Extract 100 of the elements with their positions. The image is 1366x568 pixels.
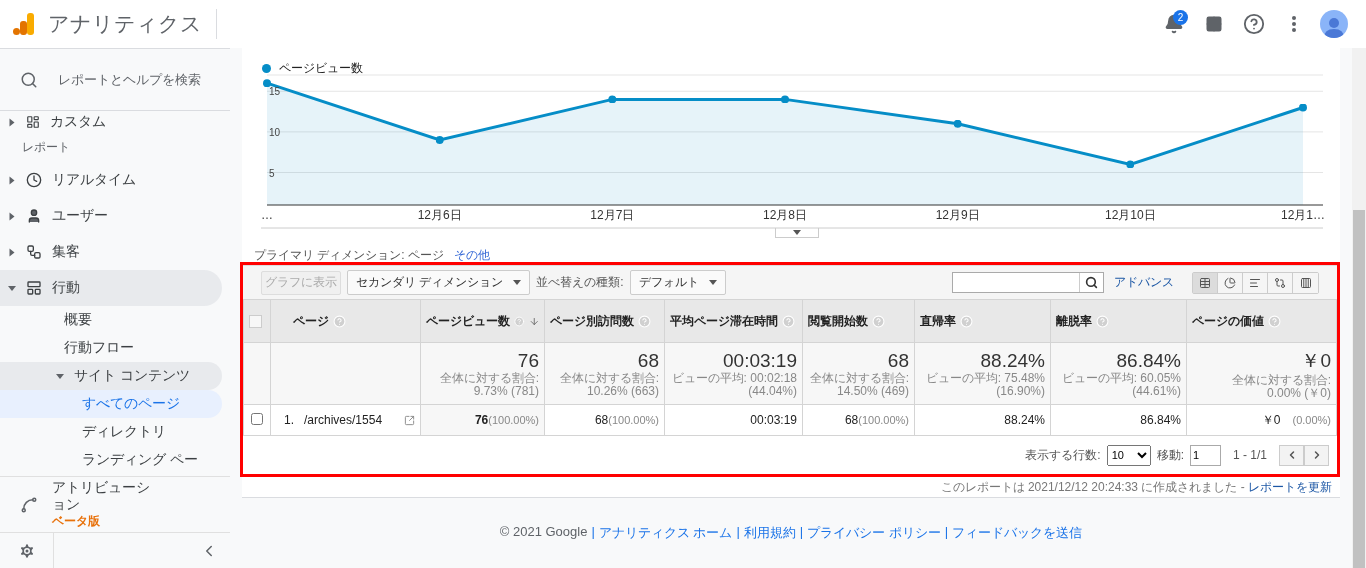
total-value: ￥0 <box>1300 348 1331 373</box>
filter-field[interactable] <box>952 272 1104 293</box>
cell-value: 00:03:19 <box>750 413 797 427</box>
axis-label: 12月9日 <box>935 208 980 222</box>
help-icon <box>333 314 346 328</box>
view-button[interactable] <box>1193 272 1218 293</box>
cell-share: (100.00%) <box>608 414 659 426</box>
previous-button[interactable] <box>1279 444 1304 466</box>
axis-label: 12月7日 <box>590 208 635 222</box>
footer-link[interactable]: 利用規約 <box>743 524 796 542</box>
column-header[interactable]: 平均ページ滞在時間 <box>664 299 803 343</box>
axis-label: 12月6日 <box>417 208 462 222</box>
column-header[interactable]: ページ別訪問数 <box>544 299 665 343</box>
nav-item[interactable]: 集客 <box>0 234 222 270</box>
more-icon <box>1292 16 1296 32</box>
total-detail: 10.26% (663) <box>585 384 659 398</box>
column-header[interactable]: 離脱率 <box>1050 299 1187 343</box>
dashboard-icon <box>26 115 40 129</box>
axis-label: 12月8日 <box>763 208 807 222</box>
footer-link[interactable]: アナリティクス ホーム <box>598 524 733 542</box>
section-label: レポート <box>21 139 71 156</box>
nav-item[interactable]: すべてのページ <box>0 390 222 418</box>
avatar[interactable] <box>1320 10 1348 38</box>
beta-label: ベータ版 <box>52 513 101 530</box>
more-link[interactable]: その他 <box>454 248 490 262</box>
help-icon <box>638 314 651 328</box>
advanced-link[interactable]: アドバンス <box>1114 274 1174 291</box>
total-value: 68 <box>886 349 909 372</box>
column-header[interactable]: 閲覧開始数 <box>802 299 915 343</box>
column-header[interactable]: 直帰率 <box>914 299 1051 343</box>
help-icon <box>782 314 795 328</box>
notifications-button[interactable]: 2 <box>1154 4 1194 44</box>
nav-item[interactable]: 概要 <box>0 306 222 334</box>
cell-share: (100.00%) <box>488 414 539 426</box>
axis-label: 12月1… <box>1281 208 1325 222</box>
checkbox[interactable] <box>249 314 262 328</box>
branch-icon <box>26 244 42 260</box>
column-header[interactable]: ページ <box>270 299 421 343</box>
separator: | <box>944 524 949 541</box>
nav-item[interactable]: ランディング ペー <box>0 446 222 474</box>
dimension-label: プライマリ ディメンション: ページ <box>254 248 444 262</box>
secondary-dimension-dropdown[interactable]: セカンダリ ディメンション <box>347 270 531 295</box>
cell-value: 86.84% <box>1140 413 1181 427</box>
rows-label: 表示する行数: <box>1025 446 1101 464</box>
total-note: 全体に対する割合: <box>558 371 659 385</box>
sort-dropdown[interactable]: デフォルト <box>629 270 726 295</box>
window-icon <box>26 280 42 296</box>
goto-field[interactable]: 1 <box>1189 444 1221 466</box>
total-value: 76 <box>516 349 539 372</box>
help-icon <box>1096 314 1109 328</box>
nav-item[interactable]: 行動フロー <box>0 334 222 362</box>
checkbox[interactable] <box>251 412 263 425</box>
route-icon <box>20 495 38 514</box>
footer-link[interactable]: プライバシー ポリシー <box>807 524 941 542</box>
total-value: 00:03:19 <box>722 349 797 372</box>
total-detail: 14.50% (469) <box>835 384 909 398</box>
nav-item[interactable]: 行動 <box>0 270 222 306</box>
cell-share: (100.00%) <box>858 414 909 426</box>
search-field[interactable]: レポートとヘルプを検索 <box>58 70 201 89</box>
column-header[interactable]: ページの価値 <box>1186 299 1337 343</box>
rows-select[interactable]: 10 <box>1106 444 1151 466</box>
cell-share: (0.00%) <box>1292 413 1331 426</box>
nav-item[interactable]: アトリビューション ベータ版 <box>0 476 230 532</box>
nav-item[interactable]: カスタム <box>0 111 222 133</box>
column-header[interactable]: ページビュー数 <box>420 299 545 343</box>
person-icon <box>26 208 42 224</box>
separator: | <box>799 524 804 541</box>
axis-label: 12月10日 <box>1105 208 1156 222</box>
notification-badge: 2 <box>1173 10 1188 25</box>
legend-label: ページビュー数 <box>279 59 363 77</box>
refresh-link[interactable]: レポートを更新 <box>1248 480 1332 494</box>
nav-item[interactable]: ディレクトリ <box>0 418 222 446</box>
analytics-logo <box>12 12 36 36</box>
axis-label: 10 <box>269 126 281 138</box>
range-label: 1 - 1/1 <box>1232 448 1267 462</box>
total-note: ビューの平均: 75.48% <box>924 371 1045 385</box>
total-note: 全体に対する割合: <box>1230 373 1331 387</box>
footer-link[interactable]: フィードバックを送信 <box>952 524 1083 542</box>
page-link[interactable]: /archives/1554 <box>304 413 394 427</box>
external-link-icon[interactable] <box>404 414 415 426</box>
axis-label: 15 <box>269 86 281 98</box>
bars-icon <box>1249 276 1261 289</box>
grid-icon <box>1199 276 1211 289</box>
expand-tab[interactable] <box>775 228 819 238</box>
nav-item[interactable]: ユーザー <box>0 198 222 234</box>
total-detail: (44.61%) <box>1132 384 1181 398</box>
help-icon <box>514 314 525 328</box>
sort-label: 並べ替えの種類: <box>536 274 624 291</box>
cell-value: 68 <box>844 413 859 427</box>
nav-item[interactable]: サイト コンテンツ <box>0 362 222 390</box>
clock-icon <box>26 172 42 188</box>
copyright: © 2021 Google <box>499 524 588 541</box>
total-detail: (16.90%) <box>996 384 1045 398</box>
total-note: 全体に対する割合: <box>808 371 909 385</box>
next-button[interactable] <box>1304 444 1329 466</box>
separator: | <box>591 524 595 541</box>
total-note: ビューの平均: 00:02:18 <box>670 371 797 385</box>
nav-item[interactable]: リアルタイム <box>0 162 222 198</box>
row-index: 1. <box>284 413 294 427</box>
goto-label: 移動: <box>1156 446 1184 464</box>
